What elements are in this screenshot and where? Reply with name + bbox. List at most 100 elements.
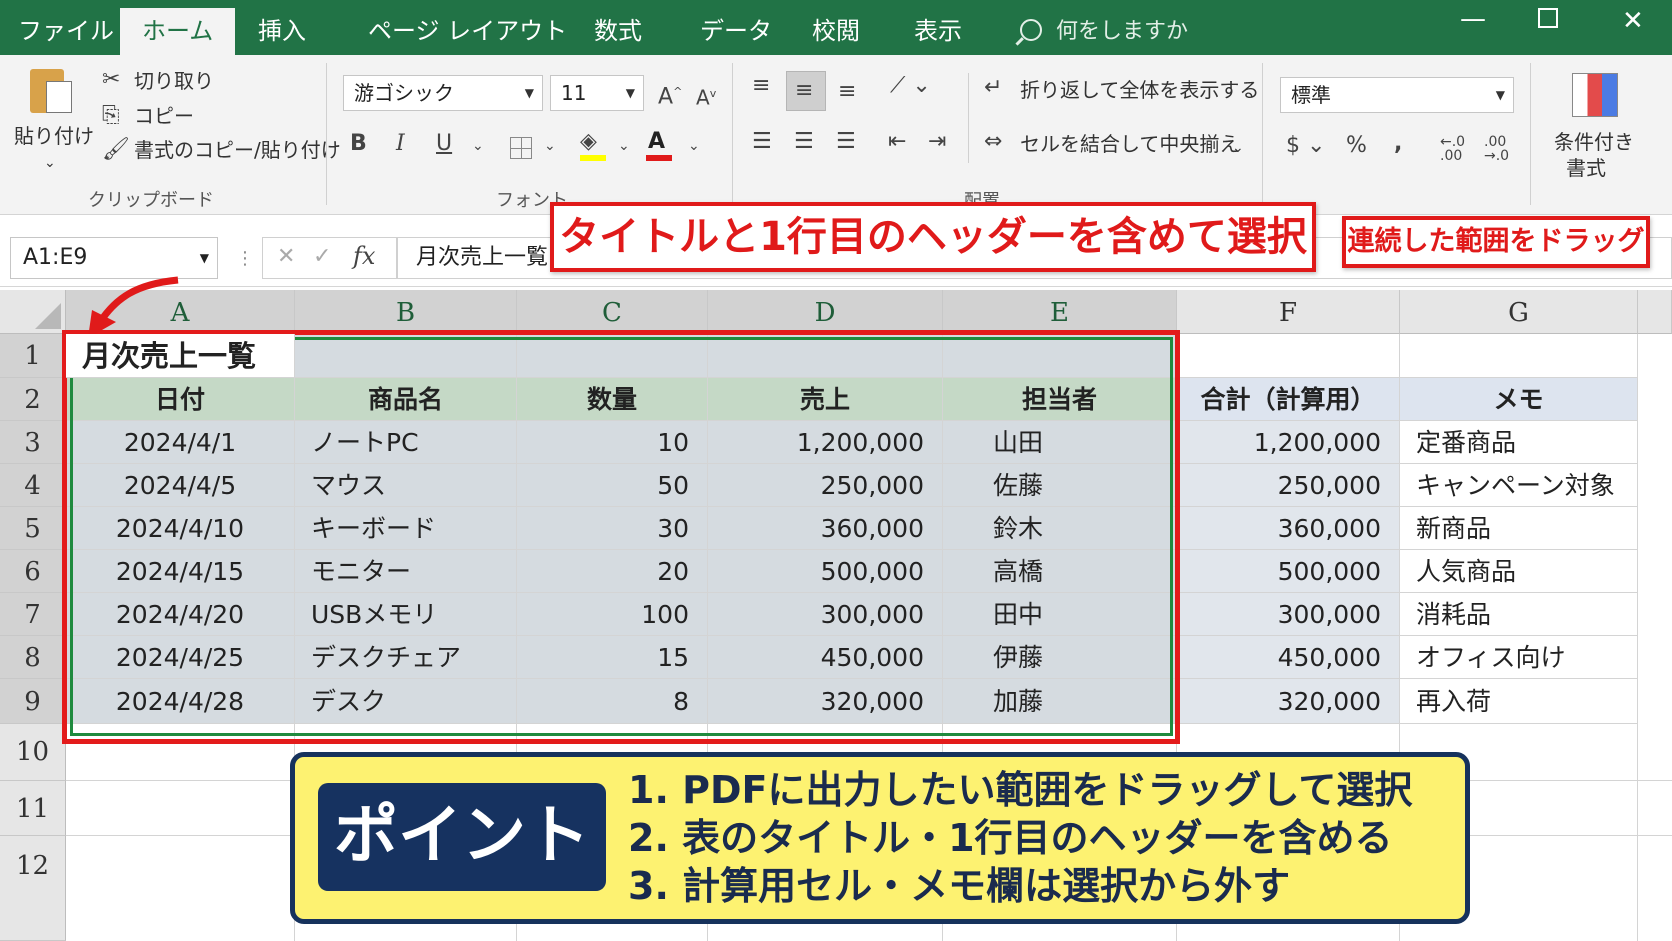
close-icon[interactable]: ✕ [1622, 6, 1644, 36]
cell-memo[interactable]: キャンペーン対象 [1400, 464, 1638, 507]
wrap-text-button[interactable]: 折り返して全体を表示する [1020, 77, 1259, 103]
align-center-icon[interactable]: ☰ [794, 129, 814, 155]
row-header-11[interactable]: 11 [0, 781, 66, 836]
wrap-text-icon[interactable]: ↵ [984, 75, 1002, 101]
column-header-b[interactable]: B [295, 290, 517, 334]
increase-indent-icon[interactable]: ⇥ [928, 129, 946, 155]
cell-header-memo[interactable]: メモ [1400, 378, 1638, 421]
tab-review[interactable]: 校閲 [812, 8, 860, 55]
row-header-3[interactable]: 3 [0, 421, 66, 464]
decrease-decimal-icon[interactable]: .00 →.0 [1484, 135, 1509, 163]
fill-color-icon[interactable]: ◈ [580, 129, 597, 155]
enter-icon[interactable]: ✓ [313, 244, 331, 269]
row-header-6[interactable]: 6 [0, 550, 66, 593]
cell-total[interactable]: 250,000 [1177, 464, 1400, 507]
cell-total[interactable]: 360,000 [1177, 507, 1400, 550]
increase-decimal-icon[interactable]: ←.0.00 [1440, 135, 1465, 163]
column-header-g[interactable]: G [1400, 290, 1638, 334]
cell-f1[interactable] [1177, 334, 1400, 378]
align-left-icon[interactable]: ☰ [752, 129, 772, 155]
conditional-formatting-icon[interactable] [1572, 73, 1618, 117]
cut-button[interactable]: 切り取り [134, 68, 214, 94]
tab-data[interactable]: データ [700, 8, 772, 55]
tab-formulas[interactable]: 数式 [594, 8, 642, 55]
chevron-down-icon[interactable]: ⌄ [1232, 135, 1244, 161]
number-format-select[interactable]: 標準 ▼ [1280, 77, 1514, 113]
column-header-f[interactable]: F [1177, 290, 1400, 334]
percent-button[interactable]: % [1346, 133, 1367, 159]
cell-memo[interactable]: 新商品 [1400, 507, 1638, 550]
comma-button[interactable]: , [1394, 131, 1402, 157]
row-header-4[interactable]: 4 [0, 464, 66, 507]
minimize-icon[interactable]: — [1460, 4, 1486, 34]
cell-a1-title[interactable]: 月次売上一覧 [66, 334, 295, 378]
maximize-icon[interactable] [1538, 8, 1558, 28]
paste-icon[interactable] [30, 69, 72, 113]
tab-home[interactable]: ホーム [120, 8, 236, 55]
column-header-d[interactable]: D [708, 290, 943, 334]
cell-header-total[interactable]: 合計（計算用） [1177, 378, 1400, 421]
tab-view[interactable]: 表示 [914, 8, 962, 55]
row-header-8[interactable]: 8 [0, 636, 66, 679]
row-header-9[interactable]: 9 [0, 679, 66, 724]
align-middle-button[interactable]: ≡ [786, 71, 826, 111]
tab-page-layout[interactable]: ページ レイアウト [368, 8, 567, 55]
underline-button[interactable]: U [436, 131, 452, 157]
format-painter-button[interactable]: 書式のコピー/貼り付け [134, 137, 341, 163]
paste-button[interactable]: 貼り付け [14, 123, 94, 149]
cell-total[interactable]: 1,200,000 [1177, 421, 1400, 464]
font-size-select[interactable]: 11 ▼ [550, 75, 644, 111]
copy-button[interactable]: コピー [134, 103, 194, 129]
cell-memo[interactable]: 再入荷 [1400, 679, 1638, 724]
chevron-down-icon[interactable]: ⌄ [472, 133, 484, 159]
row-header-1[interactable]: 1 [0, 334, 66, 378]
row-header-2[interactable]: 2 [0, 378, 66, 421]
increase-font-icon[interactable]: A^ [658, 79, 682, 110]
font-color-icon[interactable]: A [648, 129, 665, 155]
chevron-down-icon[interactable]: ⌄ [544, 133, 556, 159]
column-header-c[interactable]: C [517, 290, 708, 334]
tab-file[interactable]: ファイル [18, 8, 114, 55]
orientation-icon[interactable]: ⟋ ⌄ [890, 73, 931, 99]
align-top-icon[interactable]: ≡ [752, 73, 770, 99]
borders-icon[interactable] [510, 137, 532, 159]
decrease-indent-icon[interactable]: ⇤ [888, 129, 906, 155]
merge-center-icon[interactable]: ⇔ [984, 129, 1002, 155]
row-header-7[interactable]: 7 [0, 593, 66, 636]
accounting-format-icon[interactable]: $ ⌄ [1286, 133, 1325, 159]
paste-dropdown-icon[interactable]: ⌄ [44, 150, 56, 176]
cell-memo[interactable]: オフィス向け [1400, 636, 1638, 679]
row-header-5[interactable]: 5 [0, 507, 66, 550]
align-bottom-icon[interactable]: ≡ [838, 79, 856, 105]
italic-button[interactable]: I [396, 131, 405, 157]
tab-insert[interactable]: 挿入 [258, 8, 306, 55]
cell-memo[interactable]: 消耗品 [1400, 593, 1638, 636]
cell-g1[interactable] [1400, 334, 1638, 378]
select-all-corner[interactable] [0, 290, 66, 334]
column-header-e[interactable]: E [943, 290, 1177, 334]
font-name-select[interactable]: 游ゴシック ▼ [343, 75, 543, 111]
copy-icon[interactable]: ⎘ [102, 103, 120, 129]
bold-button[interactable]: B [350, 131, 367, 157]
format-painter-icon[interactable]: 🖌 [102, 137, 130, 163]
cell-total[interactable]: 500,000 [1177, 550, 1400, 593]
chevron-down-icon[interactable]: ⌄ [688, 133, 700, 159]
column-header-h[interactable] [1638, 290, 1672, 334]
cell-memo[interactable]: 人気商品 [1400, 550, 1638, 593]
align-right-icon[interactable]: ☰ [836, 129, 856, 155]
chevron-down-icon[interactable]: ⌄ [618, 133, 630, 159]
row-header-10[interactable]: 10 [0, 724, 66, 781]
conditional-format-label-2[interactable]: 書式 [1566, 155, 1606, 181]
row-header-12[interactable]: 12 [0, 836, 66, 941]
cut-icon[interactable]: ✂ [102, 67, 120, 93]
cell-memo[interactable]: 定番商品 [1400, 421, 1638, 464]
insert-function-button[interactable]: fx [353, 242, 375, 270]
cell-total[interactable]: 300,000 [1177, 593, 1400, 636]
cancel-icon[interactable]: ✕ [277, 244, 295, 269]
conditional-format-label-1[interactable]: 条件付き [1554, 129, 1634, 155]
merge-center-button[interactable]: セルを結合して中央揃え [1020, 131, 1239, 157]
cell-total[interactable]: 320,000 [1177, 679, 1400, 724]
cell-total[interactable]: 450,000 [1177, 636, 1400, 679]
tell-me-search[interactable]: 何をしますか [1020, 10, 1188, 54]
decrease-font-icon[interactable]: Av [696, 81, 716, 111]
